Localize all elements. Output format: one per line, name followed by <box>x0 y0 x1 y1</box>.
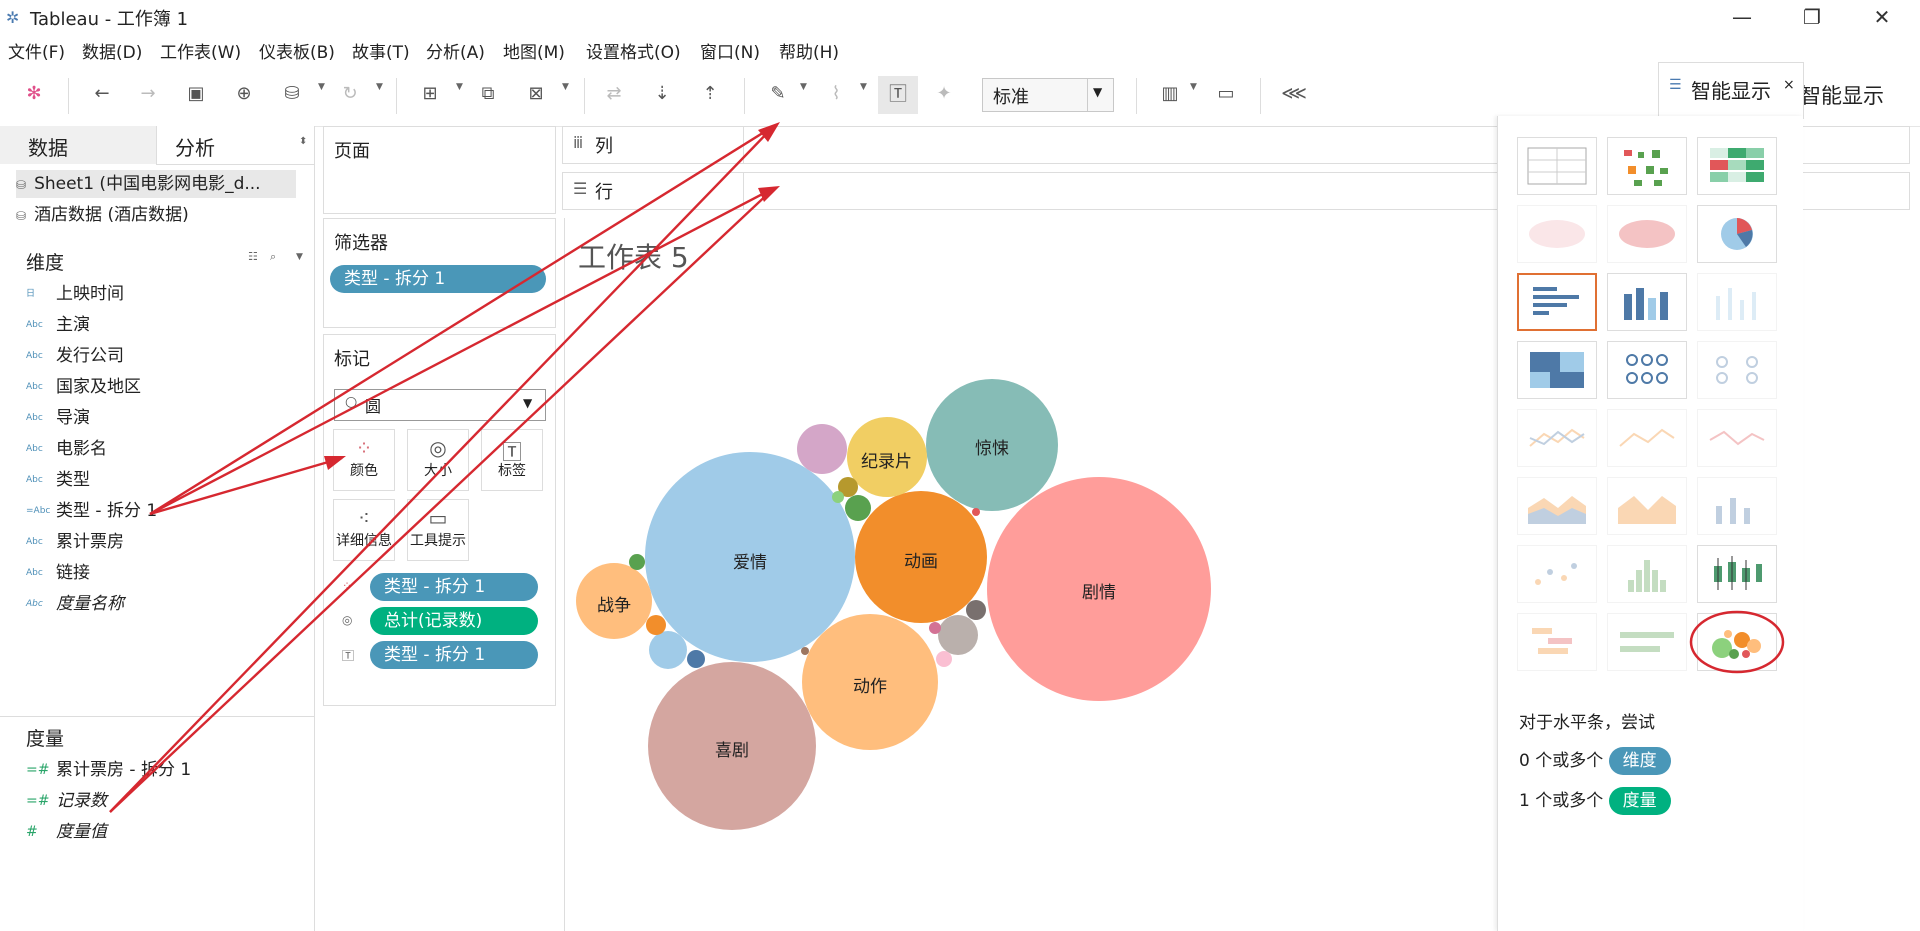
bubble-label: 战争 <box>597 596 631 616</box>
chart-type-box-plot[interactable] <box>1697 545 1777 603</box>
bubble-small[interactable] <box>938 615 978 655</box>
bubble-small[interactable] <box>629 554 645 570</box>
bubble-label: 纪录片 <box>861 452 912 472</box>
chart-type-side-by-side-circles <box>1697 341 1777 399</box>
chart-type-lines-continuous <box>1517 409 1597 467</box>
close-icon[interactable]: × <box>1783 77 1795 93</box>
bubble-small[interactable] <box>801 647 809 655</box>
chart-type-lines-discrete <box>1607 409 1687 467</box>
annotation-arrow <box>149 186 775 516</box>
annotation-arrowheads <box>324 122 780 470</box>
chart-type-side-by-side-bars <box>1697 273 1777 331</box>
measure-tag: 度量 <box>1608 787 1671 815</box>
showme-hint: 对于水平条，尝试 <box>1519 713 1655 733</box>
chart-type-heat-map[interactable] <box>1607 137 1687 195</box>
chart-type-horizontal-bars[interactable] <box>1517 273 1597 331</box>
showme-tab[interactable]: ☰ 智能显示 × <box>1658 62 1804 119</box>
req-prefix: 1 个或多个 <box>1519 791 1604 811</box>
bubble-label: 动画 <box>904 552 938 572</box>
chart-type-circle-views[interactable] <box>1607 341 1687 399</box>
req-prefix: 0 个或多个 <box>1519 751 1604 771</box>
bubble-small[interactable] <box>929 622 941 634</box>
chart-type-dual-lines <box>1697 409 1777 467</box>
chart-type-dual-combination <box>1697 477 1777 535</box>
bubble-small[interactable] <box>646 615 666 635</box>
chart-type-stacked-bars[interactable] <box>1607 273 1687 331</box>
chart-type-pie[interactable] <box>1697 205 1777 263</box>
chart-type-treemap[interactable] <box>1517 341 1597 399</box>
chart-type-highlight-table[interactable] <box>1697 137 1777 195</box>
bubble-small[interactable] <box>972 508 980 516</box>
showme-title: 智能显示 <box>1691 79 1771 103</box>
chart-type-histogram <box>1607 545 1687 603</box>
bubble-label: 惊悚 <box>975 439 1009 459</box>
chart-type-symbol-map <box>1517 205 1597 263</box>
showme-icon: ☰ <box>1669 77 1682 93</box>
showme-panel: 对于水平条，尝试 0 个或多个 维度 1 个或多个 度量 <box>1497 116 1803 931</box>
bubble-small[interactable] <box>649 631 687 669</box>
arrowhead <box>324 456 346 470</box>
chart-type-scatter <box>1517 545 1597 603</box>
highlight-ring <box>1689 610 1785 674</box>
bubble-small[interactable] <box>845 495 871 521</box>
chart-type-filled-map <box>1607 205 1687 263</box>
bubble-small[interactable] <box>832 491 844 503</box>
bubble-label: 喜剧 <box>715 741 749 761</box>
chart-type-bullet <box>1607 613 1687 671</box>
annotation-arrow <box>149 124 775 516</box>
showme-req-measures: 1 个或多个 度量 <box>1519 786 1671 815</box>
chart-type-area-continuous <box>1517 477 1597 535</box>
bubble-small[interactable] <box>966 600 986 620</box>
chart-type-text-table[interactable] <box>1517 137 1597 195</box>
chart-type-area-discrete <box>1607 477 1687 535</box>
chart-type-gantt <box>1517 613 1597 671</box>
bubble-label: 剧情 <box>1082 583 1116 603</box>
annotation-arrow <box>149 456 343 516</box>
showme-req-dimensions: 0 个或多个 维度 <box>1519 746 1671 775</box>
bubble-small[interactable] <box>936 651 952 667</box>
bubble-label: 动作 <box>853 677 887 697</box>
dimension-tag: 维度 <box>1608 747 1671 775</box>
bubble-label: 爱情 <box>733 553 767 573</box>
bubble-small[interactable] <box>687 650 705 668</box>
bubble-small[interactable] <box>797 424 847 474</box>
